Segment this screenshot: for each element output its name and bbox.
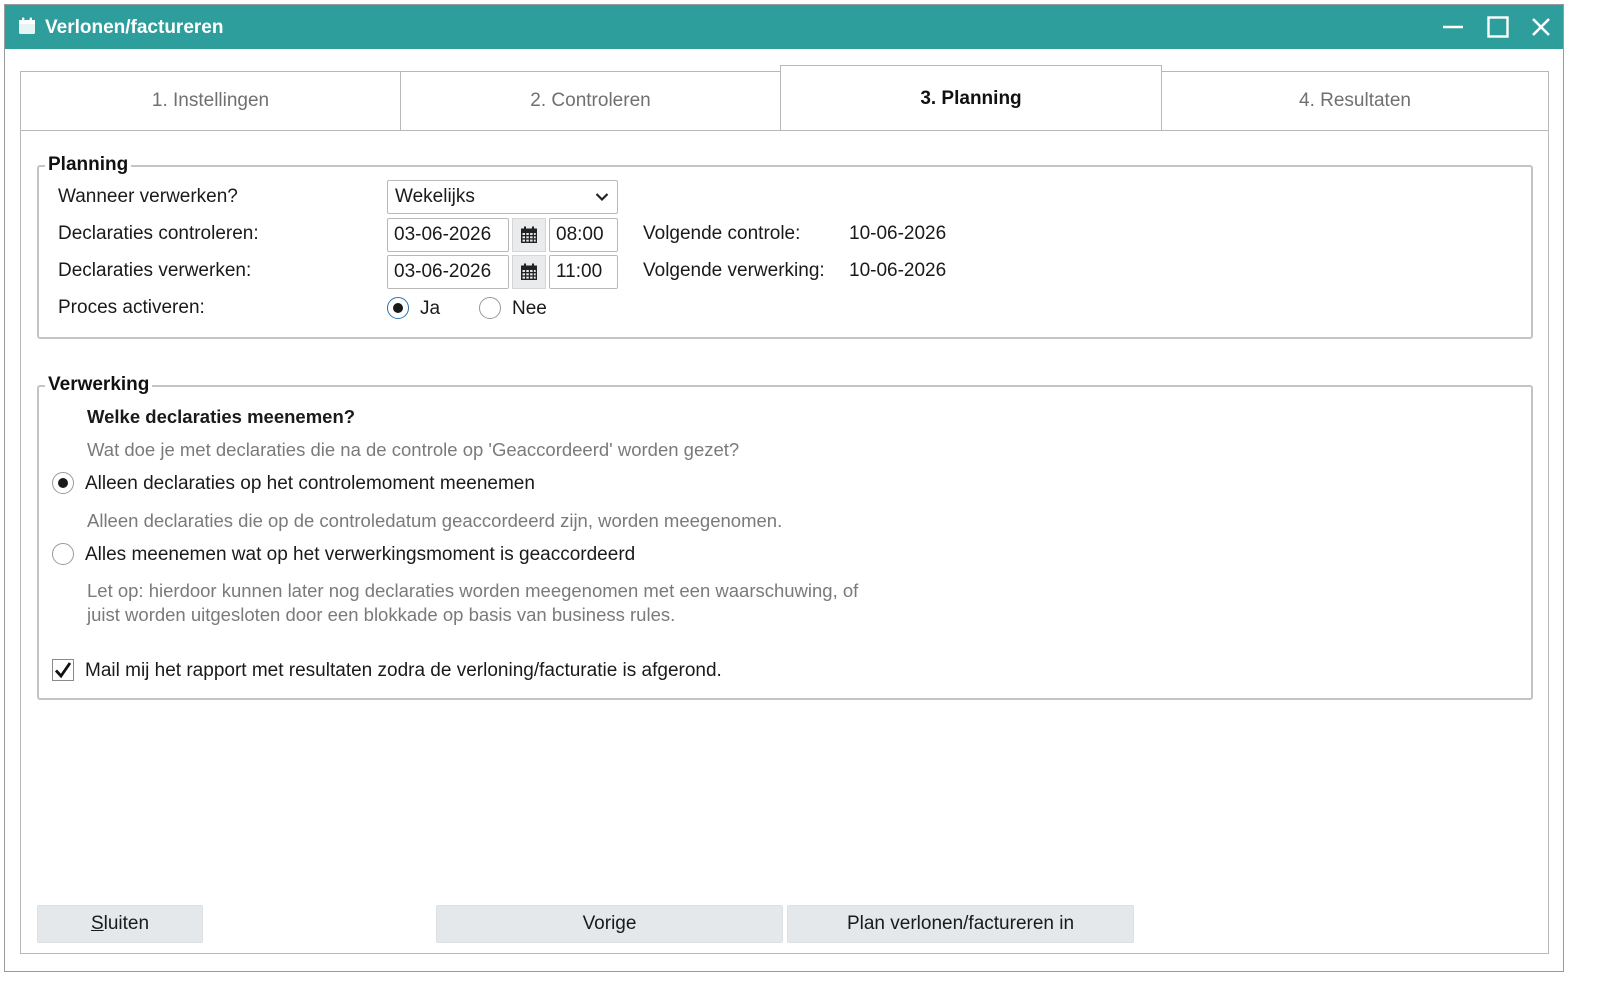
next-check-value: 10-06-2026 <box>849 223 947 244</box>
include-question: Welke declaraties meenemen? <box>87 406 356 427</box>
option-processing-moment-help-line1: Let op: hierdoor kunnen later nog declar… <box>87 580 859 601</box>
verwerking-legend: Verwerking <box>45 374 153 396</box>
mail-report-label[interactable]: Mail mij het rapport met resultaten zodr… <box>85 660 722 682</box>
activate-yes-radio[interactable] <box>387 297 409 319</box>
activate-yes-label[interactable]: Ja <box>420 298 440 320</box>
option-control-moment-label[interactable]: Alleen declaraties op het controlemoment… <box>85 473 535 495</box>
option-control-moment-radio[interactable] <box>52 472 74 494</box>
tab-content: Planning Wanneer verwerken? Wekelijks De… <box>20 130 1549 954</box>
option-processing-moment-help-line2: juist worden uitgesloten door een blokka… <box>87 604 676 625</box>
mail-report-checkbox[interactable] <box>52 659 74 681</box>
activate-label: Proces activeren: <box>58 297 205 318</box>
chevron-down-icon <box>595 193 609 202</box>
verlonen-window: Verlonen/factureren 1. Instellingen 2. C… <box>4 4 1564 972</box>
calendar-icon <box>521 226 537 243</box>
calendar-icon <box>521 263 537 280</box>
checkmark-icon <box>54 662 72 679</box>
when-select[interactable]: Wekelijks <box>387 180 618 214</box>
tab-controleren[interactable]: 2. Controleren <box>400 71 781 131</box>
check-date-input[interactable]: 03-06-2026 <box>387 218 509 252</box>
option-processing-moment-radio[interactable] <box>52 543 74 565</box>
window-title: Verlonen/factureren <box>45 17 224 38</box>
wizard-tabs: 1. Instellingen 2. Controleren 3. Planni… <box>20 65 1549 131</box>
plan-button[interactable]: Plan verlonen/factureren in <box>787 905 1134 943</box>
next-check-label: Volgende controle: <box>643 223 801 244</box>
activate-no-radio[interactable] <box>479 297 501 319</box>
tab-divider <box>20 130 1549 131</box>
maximize-icon[interactable] <box>1482 11 1514 43</box>
close-button-label: luiten <box>103 913 150 934</box>
option-processing-moment-label[interactable]: Alles meenemen wat op het verwerkingsmom… <box>85 544 635 566</box>
verwerking-group <box>37 385 1533 700</box>
tab-instellingen[interactable]: 1. Instellingen <box>20 71 401 131</box>
check-label: Declaraties controleren: <box>58 223 259 244</box>
process-date-picker-button[interactable] <box>512 255 546 289</box>
check-time-input[interactable]: 08:00 <box>549 218 618 252</box>
process-date-input[interactable]: 03-06-2026 <box>387 255 509 289</box>
planning-legend: Planning <box>45 154 132 176</box>
when-label: Wanneer verwerken? <box>58 186 238 207</box>
process-label: Declaraties verwerken: <box>58 260 252 281</box>
close-button[interactable]: Sluiten <box>37 905 203 943</box>
previous-button[interactable]: Vorige <box>436 905 783 943</box>
calendar-icon <box>19 17 35 34</box>
process-time-input[interactable]: 11:00 <box>549 255 618 289</box>
close-icon[interactable] <box>1525 11 1557 43</box>
include-question-help: Wat doe je met declaraties die na de con… <box>87 439 740 460</box>
next-process-value: 10-06-2026 <box>849 260 947 281</box>
check-date-picker-button[interactable] <box>512 218 546 252</box>
next-process-label: Volgende verwerking: <box>643 260 825 281</box>
minimize-icon[interactable] <box>1437 11 1469 43</box>
tab-planning[interactable]: 3. Planning <box>780 65 1162 131</box>
close-button-mnemonic: S <box>90 913 104 934</box>
planning-group <box>37 165 1533 339</box>
when-select-value: Wekelijks <box>395 186 475 207</box>
tab-resultaten[interactable]: 4. Resultaten <box>1161 71 1549 131</box>
title-bar: Verlonen/factureren <box>5 5 1563 49</box>
option-control-moment-help: Alleen declaraties die op de controledat… <box>87 510 783 531</box>
activate-no-label[interactable]: Nee <box>512 298 547 320</box>
